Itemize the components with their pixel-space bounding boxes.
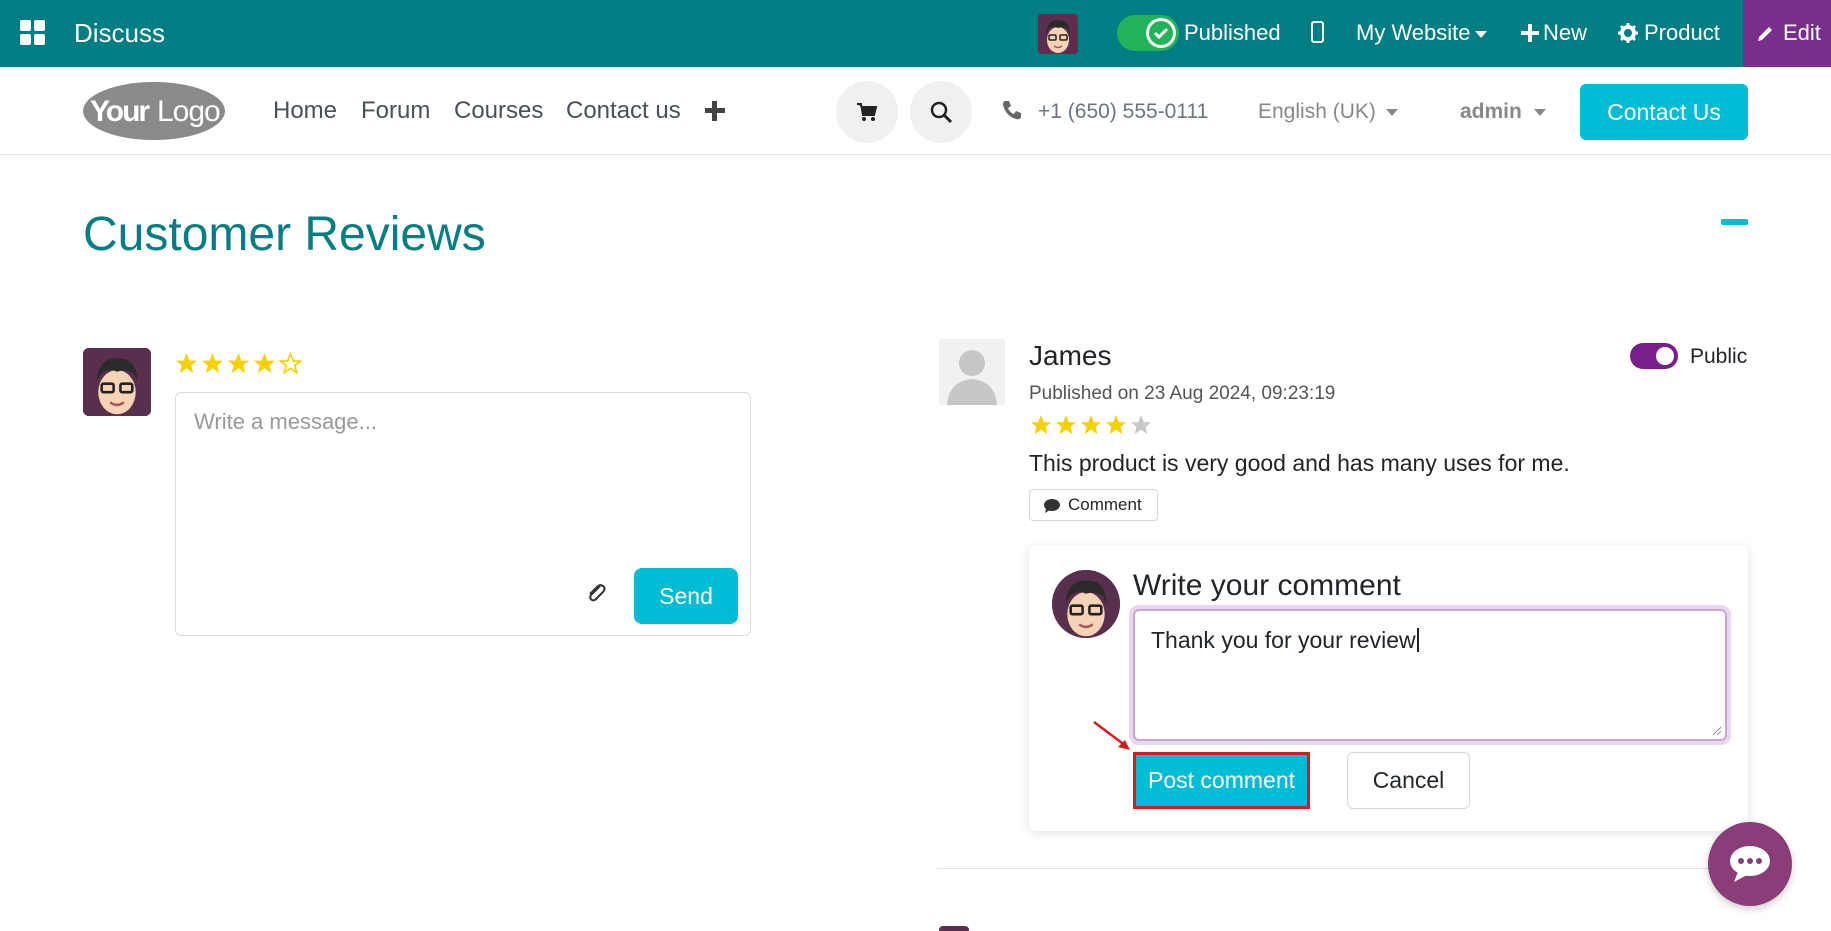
public-label: Public [1690, 345, 1748, 368]
star-empty-icon [1130, 414, 1152, 435]
message-input[interactable]: Write a message... Send [175, 392, 751, 636]
new-label: New [1543, 20, 1588, 45]
language-selector[interactable]: English (UK) [1258, 100, 1398, 124]
app-name[interactable]: Discuss [74, 18, 165, 49]
caret-down-icon [1474, 30, 1487, 38]
apps-grid-icon[interactable] [20, 20, 46, 46]
plus-icon [1521, 24, 1539, 42]
collapse-toggle[interactable] [1721, 219, 1748, 225]
review-rating [1029, 414, 1153, 436]
avatar [83, 348, 151, 416]
comment-form: Write your comment Thank you for your re… [1029, 545, 1748, 831]
chat-icon [1730, 846, 1770, 882]
product-button[interactable]: Product [1618, 20, 1720, 46]
divider [937, 868, 1748, 869]
nav-courses[interactable]: Courses [454, 97, 543, 125]
nav-contact-us[interactable]: Contact us [566, 97, 681, 125]
star-icon[interactable] [227, 352, 250, 375]
reviewer-avatar [939, 339, 1005, 405]
product-label: Product [1644, 20, 1720, 45]
plus-icon[interactable] [705, 101, 725, 121]
pencil-icon [1758, 27, 1772, 41]
star-icon [1080, 414, 1102, 435]
website-label: My Website [1356, 20, 1471, 45]
live-chat-button[interactable] [1708, 822, 1792, 906]
comment-label: Comment [1068, 495, 1142, 514]
star-icon[interactable] [175, 352, 198, 375]
comment-textarea[interactable]: Thank you for your review [1133, 609, 1727, 741]
avatar [939, 926, 969, 931]
nav-forum[interactable]: Forum [361, 97, 430, 125]
post-comment-button[interactable]: Post comment [1133, 752, 1310, 809]
star-icon[interactable] [253, 352, 276, 375]
user-avatar-icon[interactable] [1038, 14, 1078, 54]
star-icon [1105, 414, 1127, 435]
publish-toggle[interactable] [1117, 15, 1179, 51]
reviewer-name: James [1029, 340, 1112, 371]
search-button[interactable] [910, 81, 972, 143]
gear-icon [1618, 23, 1638, 43]
resize-handle-icon[interactable] [1712, 726, 1722, 736]
star-icon [1030, 414, 1052, 435]
text-cursor [1416, 628, 1419, 652]
paperclip-icon[interactable] [584, 581, 608, 605]
website-switcher[interactable]: My Website [1356, 20, 1487, 46]
edit-label: Edit [1783, 20, 1821, 45]
user-menu[interactable]: admin [1460, 100, 1546, 124]
rating-input[interactable] [175, 352, 302, 375]
comment-value: Thank you for your review [1151, 627, 1416, 653]
search-icon [930, 101, 953, 124]
review-text: This product is very good and has many u… [1029, 450, 1570, 476]
caret-down-icon [1533, 108, 1546, 116]
svg-text:Your: Your [90, 95, 150, 128]
public-toggle[interactable] [1630, 343, 1678, 369]
language-label: English (UK) [1258, 100, 1376, 123]
cancel-button[interactable]: Cancel [1347, 752, 1470, 809]
nav-home[interactable]: Home [273, 97, 337, 125]
user-label: admin [1460, 100, 1522, 123]
send-button[interactable]: Send [634, 568, 738, 624]
admin-topbar: Discuss Published My Website New Product… [0, 0, 1831, 67]
star-icon [1055, 414, 1077, 435]
star-icon[interactable] [201, 352, 224, 375]
annotation-arrow-icon [1093, 721, 1130, 750]
edit-button[interactable]: Edit [1743, 0, 1831, 67]
speech-bubble-icon [1044, 499, 1060, 513]
comment-form-title: Write your comment [1133, 569, 1401, 602]
avatar [1052, 570, 1120, 638]
star-outline-icon[interactable] [279, 352, 302, 375]
svg-text:Logo: Logo [157, 95, 220, 128]
caret-down-icon [1385, 108, 1398, 116]
new-button[interactable]: New [1521, 20, 1587, 46]
cart-icon [857, 103, 878, 121]
page-title: Customer Reviews [83, 208, 486, 261]
site-logo[interactable]: Your Logo [82, 81, 226, 142]
phone-icon [1003, 101, 1021, 120]
review-date: Published on 23 Aug 2024, 09:23:19 [1029, 383, 1336, 404]
phone-number[interactable]: +1 (650) 555-0111 [1038, 100, 1208, 124]
website-navbar: Your Logo Home Forum Courses Contact us … [0, 67, 1831, 155]
comment-button[interactable]: Comment [1029, 489, 1158, 521]
published-label[interactable]: Published [1184, 20, 1281, 46]
check-icon [1146, 18, 1176, 48]
message-placeholder: Write a message... [194, 409, 377, 434]
mobile-icon[interactable] [1311, 21, 1324, 43]
cart-button[interactable] [836, 81, 898, 143]
contact-us-button[interactable]: Contact Us [1580, 84, 1748, 140]
